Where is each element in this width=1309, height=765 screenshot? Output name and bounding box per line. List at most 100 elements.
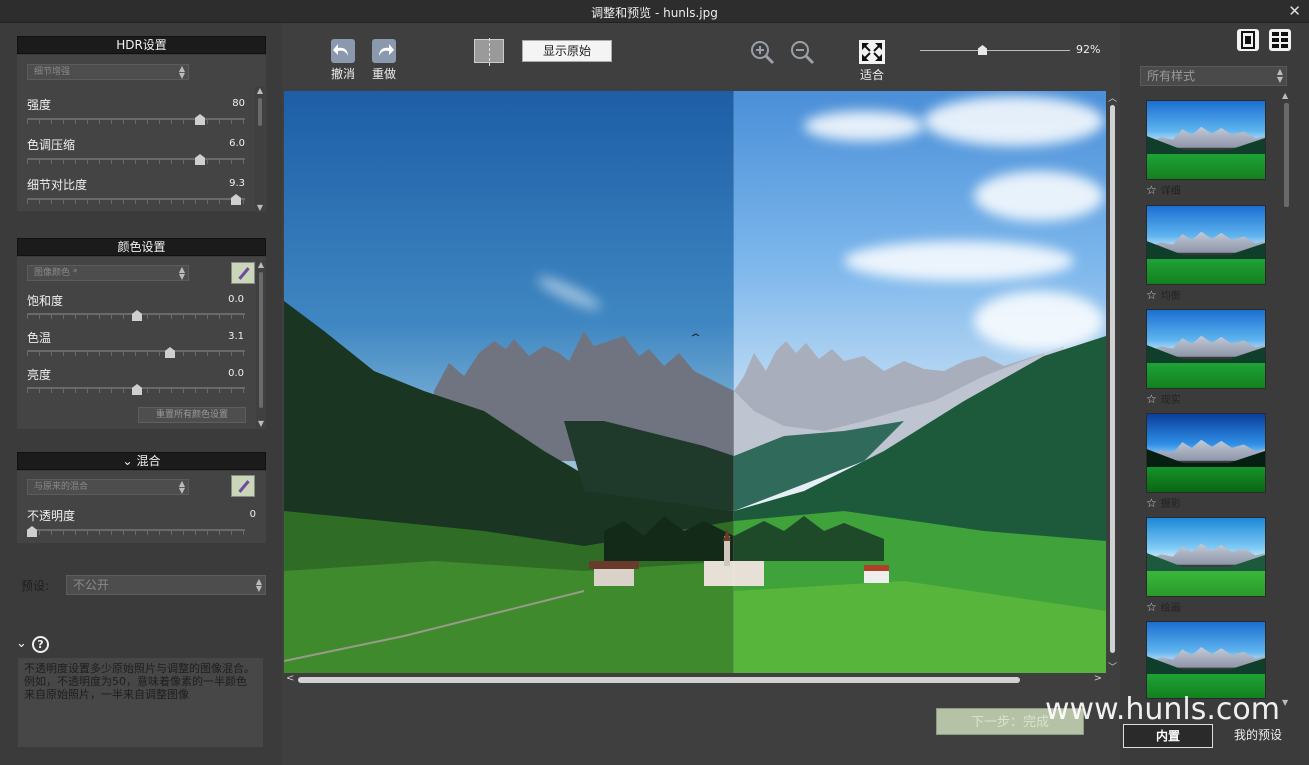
temperature-label: 色温 bbox=[27, 331, 52, 345]
help-text: 不透明度设置多少原始照片与调整的图像混合。例如，不透明度为50，意味着像素的一半… bbox=[18, 658, 263, 747]
tone-compression-value: 6.0 bbox=[229, 138, 245, 149]
scroll-down-icon[interactable]: ▼ bbox=[1282, 698, 1288, 707]
redo-label: 重做 bbox=[371, 67, 396, 81]
show-original-button[interactable]: 显示原始 bbox=[522, 40, 612, 62]
style-thumbnail[interactable] bbox=[1146, 413, 1266, 493]
fit-label: 适合 bbox=[859, 68, 884, 82]
close-icon[interactable]: ✕ bbox=[1288, 2, 1301, 20]
image-vertical-scrollbar[interactable]: ︿ ﹀ bbox=[1107, 91, 1119, 673]
zoom-out-icon[interactable] bbox=[789, 39, 815, 65]
split-view-button[interactable] bbox=[474, 38, 504, 66]
strength-label: 强度 bbox=[27, 98, 52, 112]
style-thumbnail[interactable] bbox=[1146, 621, 1266, 699]
scroll-thumb[interactable] bbox=[259, 272, 263, 408]
color-mode-value: 图像颜色 * bbox=[34, 268, 78, 278]
opacity-ticks bbox=[27, 531, 245, 535]
style-thumbnail[interactable] bbox=[1146, 309, 1266, 389]
style-label[interactable]: ☆ 详细 bbox=[1146, 182, 1181, 197]
style-filter-dropdown[interactable]: 所有样式 ▲ ▼ bbox=[1140, 66, 1287, 86]
temperature-value: 3.1 bbox=[228, 331, 244, 342]
image-horizontal-scrollbar[interactable]: < > bbox=[284, 673, 1106, 687]
scroll-right-icon[interactable]: > bbox=[1094, 673, 1102, 684]
blend-section-header[interactable]: ⌄ 混合 bbox=[17, 452, 266, 470]
undo-label: 撤消 bbox=[330, 67, 355, 81]
chevron-down-icon: ⌄ bbox=[122, 454, 133, 468]
scroll-down-icon[interactable]: ﹀ bbox=[1108, 660, 1117, 673]
style-thumbnail[interactable] bbox=[1146, 205, 1266, 285]
detail-contrast-ticks bbox=[27, 200, 245, 204]
star-icon[interactable]: ☆ bbox=[1146, 183, 1157, 197]
style-thumbnail[interactable] bbox=[1146, 100, 1266, 180]
style-label[interactable]: ☆ 摄影 bbox=[1146, 495, 1181, 510]
color-section-body bbox=[17, 257, 266, 429]
brush-icon bbox=[238, 480, 250, 493]
detail-contrast-value: 9.3 bbox=[229, 178, 245, 189]
hdr-mode-dropdown[interactable]: 细节增强 ▲ ▼ bbox=[27, 64, 189, 80]
style-label[interactable]: ☆ 现实 bbox=[1146, 391, 1181, 406]
zoom-value: 92% bbox=[1076, 43, 1101, 56]
updown-icon: ▲ ▼ bbox=[178, 64, 185, 80]
updown-icon: ▲ ▼ bbox=[1276, 67, 1283, 84]
grid-view-button[interactable] bbox=[1269, 29, 1291, 51]
styles-scrollbar[interactable]: ▲ ▼ bbox=[1282, 91, 1292, 707]
opacity-value: 0 bbox=[249, 509, 256, 520]
brightness-value: 0.0 bbox=[228, 368, 244, 379]
style-label[interactable]: ☆ 绘画 bbox=[1146, 599, 1181, 614]
fit-icon bbox=[859, 40, 885, 64]
hdr-scrollbar[interactable]: ▲ ▼ bbox=[255, 86, 265, 212]
scroll-up-icon[interactable]: ▲ bbox=[256, 260, 266, 269]
color-scrollbar[interactable]: ▲ ▼ bbox=[256, 260, 266, 428]
style-thumbnail[interactable] bbox=[1146, 517, 1266, 597]
list-icon bbox=[1272, 32, 1288, 48]
scroll-left-icon[interactable]: < bbox=[286, 673, 294, 684]
preset-tabs: 内置 我的预设 bbox=[1123, 724, 1303, 748]
blend-mode-dropdown[interactable]: 与原来的混合 ▲ ▼ bbox=[27, 479, 189, 495]
scroll-up-icon[interactable]: ▲ bbox=[255, 86, 265, 95]
hdr-mode-value: 细节增强 bbox=[34, 67, 71, 77]
reset-color-button[interactable]: 重置所有颜色设置 bbox=[138, 407, 246, 423]
star-icon[interactable]: ☆ bbox=[1146, 392, 1157, 406]
strength-value: 80 bbox=[232, 98, 245, 109]
brush-icon bbox=[238, 267, 250, 280]
color-section-header[interactable]: 颜色设置 bbox=[17, 238, 266, 256]
film-icon bbox=[1241, 31, 1255, 49]
tab-builtin[interactable]: 内置 bbox=[1123, 724, 1213, 748]
scroll-up-icon[interactable]: ︿ bbox=[1108, 91, 1117, 104]
star-icon[interactable]: ☆ bbox=[1146, 288, 1157, 302]
saturation-label: 饱和度 bbox=[27, 294, 64, 308]
single-view-button[interactable] bbox=[1237, 29, 1259, 51]
updown-icon: ▲ ▼ bbox=[178, 265, 185, 281]
star-icon[interactable]: ☆ bbox=[1146, 600, 1157, 614]
blend-brush-button[interactable] bbox=[231, 475, 255, 497]
fit-button[interactable]: 适合 bbox=[856, 40, 888, 83]
help-icon[interactable]: ? bbox=[32, 636, 49, 653]
color-brush-button[interactable] bbox=[231, 262, 255, 284]
split-divider[interactable] bbox=[733, 91, 734, 673]
redo-button[interactable]: 重做 bbox=[371, 39, 397, 82]
style-label[interactable]: ☆ 均衡 bbox=[1146, 287, 1181, 302]
help-collapse-icon[interactable]: ⌄ bbox=[16, 636, 27, 651]
scroll-thumb[interactable] bbox=[1284, 103, 1289, 207]
title-bar: 调整和预览 - hunls.jpg ✕ bbox=[0, 0, 1309, 23]
zoom-slider-track[interactable] bbox=[920, 50, 1070, 51]
color-mode-dropdown[interactable]: 图像颜色 * ▲ ▼ bbox=[27, 265, 189, 281]
scroll-thumb[interactable] bbox=[258, 98, 262, 126]
preset-label: 预设: bbox=[21, 579, 50, 593]
zoom-in-icon[interactable] bbox=[749, 39, 775, 65]
preset-value: 不公开 bbox=[73, 578, 110, 592]
undo-button[interactable]: 撤消 bbox=[330, 39, 356, 82]
scroll-down-icon[interactable]: ▼ bbox=[256, 419, 266, 428]
blend-mode-value: 与原来的混合 bbox=[34, 482, 89, 492]
updown-icon: ▲ ▼ bbox=[255, 577, 262, 593]
detail-contrast-label: 细节对比度 bbox=[27, 178, 88, 192]
scroll-up-icon[interactable]: ▲ bbox=[1282, 91, 1288, 100]
tab-my-presets[interactable]: 我的预设 bbox=[1213, 724, 1303, 748]
preset-dropdown[interactable]: 不公开 ▲ ▼ bbox=[66, 575, 266, 595]
hdr-section-header[interactable]: HDR设置 bbox=[17, 36, 266, 54]
scroll-down-icon[interactable]: ▼ bbox=[255, 203, 265, 212]
preview-image[interactable] bbox=[284, 91, 1106, 673]
star-icon[interactable]: ☆ bbox=[1146, 496, 1157, 510]
temperature-ticks bbox=[27, 352, 245, 356]
scroll-thumb[interactable] bbox=[1110, 105, 1115, 653]
scroll-thumb[interactable] bbox=[298, 677, 1020, 683]
